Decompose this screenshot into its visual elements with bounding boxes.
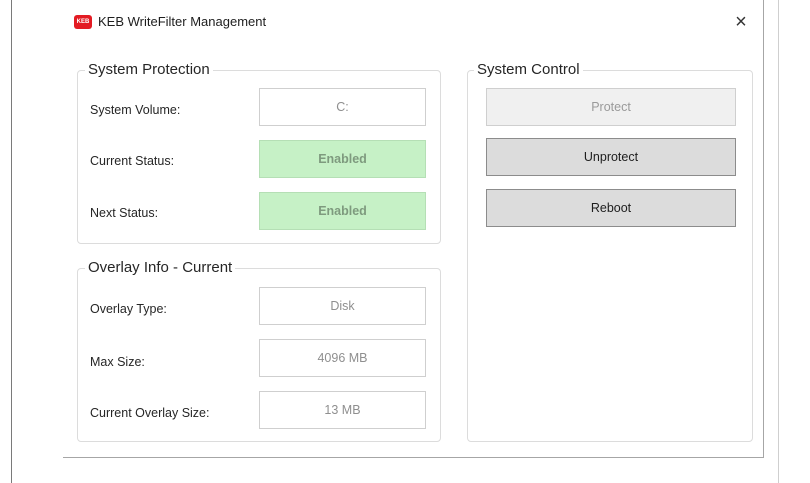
overlay-type-value: Disk — [259, 287, 426, 325]
screen-edge-right — [778, 0, 779, 483]
max-size-value: 4096 MB — [259, 339, 426, 377]
screen-edge-left — [11, 0, 12, 483]
system-volume-value: C: — [259, 88, 426, 126]
next-status-label: Next Status: — [90, 206, 159, 220]
overlay-info-group: Overlay Info - Current Overlay Type: Dis… — [77, 259, 441, 442]
system-control-group: System Control Protect Unprotect Reboot — [467, 61, 753, 442]
current-overlay-size-value: 13 MB — [259, 391, 426, 429]
reboot-button[interactable]: Reboot — [486, 189, 736, 227]
current-overlay-size-label: Current Overlay Size: — [90, 406, 210, 420]
current-status-badge: Enabled — [259, 140, 426, 178]
overlay-type-label: Overlay Type: — [90, 302, 167, 316]
unprotect-button[interactable]: Unprotect — [486, 138, 736, 176]
window-title: KEB WriteFilter Management — [98, 14, 267, 29]
system-protection-group: System Protection System Volume: C: Curr… — [77, 61, 441, 244]
system-protection-title: System Protection — [85, 61, 213, 79]
app-window: KEB KEB WriteFilter Management × System … — [63, 0, 764, 458]
title-bar[interactable]: KEB KEB WriteFilter Management × — [63, 0, 763, 46]
overlay-info-title: Overlay Info - Current — [85, 259, 236, 277]
close-icon: × — [735, 11, 747, 33]
close-button[interactable]: × — [727, 8, 755, 36]
system-control-title: System Control — [474, 61, 583, 79]
next-status-badge: Enabled — [259, 192, 426, 230]
protect-button[interactable]: Protect — [486, 88, 736, 126]
max-size-label: Max Size: — [90, 355, 145, 369]
current-status-label: Current Status: — [90, 154, 175, 168]
keb-logo-icon: KEB — [74, 15, 92, 29]
system-volume-label: System Volume: — [90, 103, 181, 117]
